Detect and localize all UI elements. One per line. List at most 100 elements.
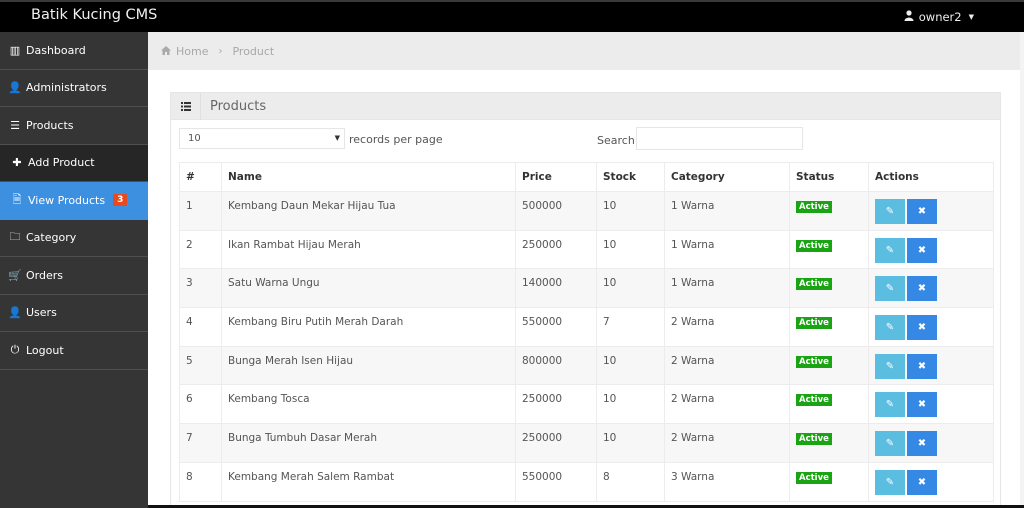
sidebar-item-add-product[interactable]: ✚ Add Product: [0, 144, 148, 182]
column-header-actions: Actions: [868, 162, 994, 192]
column-header-number[interactable]: #: [179, 162, 222, 192]
delete-button[interactable]: ✖: [907, 199, 937, 224]
delete-button[interactable]: ✖: [907, 237, 937, 263]
table-row: 5 Bunga Merah Isen Hijau 800000 10 2 Warna Ac…: [179, 345, 994, 386]
cell-actions: ✎ ✖: [868, 268, 994, 309]
breadcrumb-home[interactable]: Home: [176, 45, 208, 58]
column-header-price[interactable]: Price: [515, 162, 597, 192]
cell-actions: ✎ ✖: [868, 423, 994, 463]
search-input[interactable]: [636, 127, 803, 150]
column-header-status[interactable]: Status: [789, 162, 869, 192]
user-icon: 👤: [8, 306, 22, 320]
sidebar-item-view-products[interactable]: 🗎 View Products 3: [0, 182, 148, 220]
brand-title[interactable]: Batik Kucing CMS: [31, 7, 157, 23]
cell-stock: 7: [596, 307, 665, 347]
cell-price: 140000: [515, 268, 597, 309]
edit-button[interactable]: ✎: [875, 237, 905, 263]
sidebar-item-label: Logout: [26, 343, 64, 357]
delete-button[interactable]: ✖: [907, 315, 937, 341]
user-icon: 👤: [8, 81, 22, 95]
column-header-category[interactable]: Category: [664, 162, 790, 192]
edit-button[interactable]: ✎: [875, 353, 905, 379]
table-row: 6 Kembang Tosca 250000 10 2 Warna Active ✎ ✖: [179, 384, 994, 425]
cell-price: 250000: [515, 384, 597, 425]
caret-down-icon: ▼: [968, 13, 974, 21]
user-icon: [904, 10, 914, 24]
records-per-page-select[interactable]: 10 ▼: [179, 128, 345, 149]
cell-price: 550000: [515, 461, 597, 502]
cell-actions: ✎ ✖: [868, 384, 994, 425]
top-navbar: Batik Kucing CMS owner2 ▼: [0, 0, 1024, 32]
delete-button[interactable]: ✖: [907, 392, 937, 418]
cell-status: Active: [789, 345, 869, 386]
status-badge: Active: [796, 201, 832, 213]
cell-category: 2 Warna: [664, 307, 790, 347]
cell-number: 5: [179, 345, 222, 386]
edit-icon: ✎: [885, 206, 895, 217]
delete-button[interactable]: ✖: [907, 276, 937, 302]
table-row: 3 Satu Warna Ungu 140000 10 1 Warna Active ✎ ✖: [179, 268, 994, 309]
edit-icon: ✎: [885, 399, 895, 411]
edit-button[interactable]: ✎: [875, 199, 905, 224]
count-badge: 3: [113, 194, 128, 207]
breadcrumb-separator: ›: [218, 45, 223, 57]
column-header-stock[interactable]: Stock: [596, 162, 665, 192]
sidebar-item-category[interactable]: 🗀 Category: [0, 220, 148, 257]
breadcrumb-current: Product: [232, 44, 275, 58]
edit-button[interactable]: ✎: [875, 431, 905, 457]
cell-number: 6: [179, 384, 222, 425]
sidebar-item-label: Orders: [26, 268, 63, 282]
cell-name: Kembang Biru Putih Merah Darah: [221, 307, 516, 347]
delete-button[interactable]: ✖: [907, 469, 937, 495]
user-menu[interactable]: owner2 ▼: [904, 10, 974, 24]
edit-button[interactable]: ✎: [875, 315, 905, 341]
chevron-down-icon: ▼: [334, 134, 340, 142]
row-actions: ✎ ✖: [875, 469, 937, 495]
table-row: 2 Ikan Rambat Hijau Merah 250000 10 1 Warna A…: [179, 229, 994, 270]
sidebar-item-orders[interactable]: 🛒 Orders: [0, 257, 148, 295]
sidebar-item-label: Users: [26, 306, 57, 320]
cell-actions: ✎ ✖: [868, 307, 994, 347]
close-icon: ✖: [917, 206, 927, 217]
table-row: 7 Bunga Tumbuh Dasar Merah 250000 10 2 Warna…: [179, 423, 994, 463]
file-icon: 🗎: [12, 192, 22, 206]
cell-price: 800000: [515, 345, 597, 386]
edit-button[interactable]: ✎: [875, 392, 905, 418]
status-badge: Active: [796, 278, 832, 291]
delete-button[interactable]: ✖: [907, 431, 937, 457]
sidebar-item-users[interactable]: 👤 Users: [0, 295, 148, 332]
cell-stock: 10: [596, 268, 665, 309]
row-actions: ✎ ✖: [875, 353, 937, 379]
page-scrollbar[interactable]: [1020, 32, 1024, 508]
status-badge: Active: [796, 317, 832, 330]
row-actions: ✎ ✖: [875, 199, 937, 224]
edit-button[interactable]: ✎: [875, 469, 905, 495]
products-table: # Name Price Stock Category Status Actio…: [179, 162, 994, 502]
status-badge: Active: [796, 239, 832, 252]
folder-icon: 🗀: [9, 230, 21, 244]
cell-name: Satu Warna Ungu: [221, 268, 516, 309]
sidebar-item-dashboard[interactable]: ▥ Dashboard: [0, 32, 148, 70]
cell-name: Bunga Merah Isen Hijau: [221, 345, 516, 386]
products-panel: Products 10 ▼ records per page Search: #…: [170, 92, 1001, 508]
sidebar-item-logout[interactable]: ⏻ Logout: [0, 332, 148, 370]
cell-status: Active: [789, 384, 869, 425]
cell-category: 1 Warna: [664, 229, 790, 270]
row-actions: ✎ ✖: [875, 237, 937, 263]
column-header-name[interactable]: Name: [221, 162, 516, 192]
sidebar-item-administrators[interactable]: 👤 Administrators: [0, 70, 148, 107]
cell-actions: ✎ ✖: [868, 461, 994, 502]
cell-name: Kembang Merah Salem Rambat: [221, 461, 516, 502]
delete-button[interactable]: ✖: [907, 353, 937, 379]
edit-button[interactable]: ✎: [875, 276, 905, 302]
cell-number: 2: [179, 229, 222, 270]
sidebar-item-label: Add Product: [28, 156, 95, 170]
edit-icon: ✎: [885, 244, 895, 256]
cell-stock: 10: [596, 229, 665, 270]
close-icon: ✖: [917, 399, 927, 411]
sidebar-item-products[interactable]: ☰ Products: [0, 107, 148, 145]
power-icon: ⏻: [10, 343, 20, 357]
cell-category: 1 Warna: [664, 191, 790, 231]
cell-status: Active: [789, 268, 869, 309]
cell-actions: ✎ ✖: [868, 345, 994, 386]
